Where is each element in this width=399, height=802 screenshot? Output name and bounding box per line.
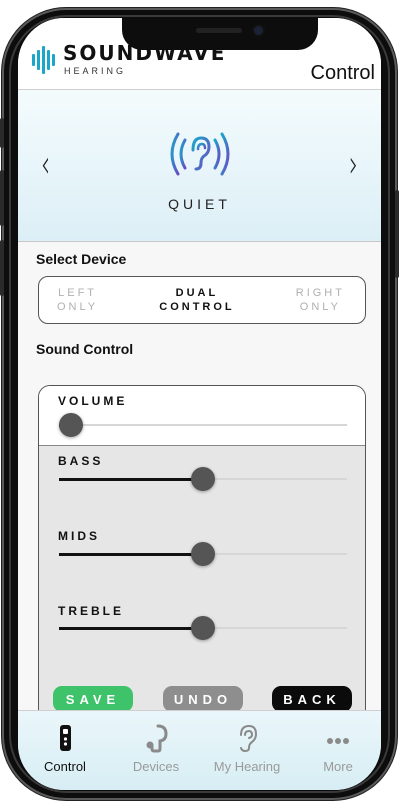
remote-control-icon bbox=[60, 725, 71, 751]
device-option-line: ONLY bbox=[57, 301, 99, 313]
tab-devices[interactable]: Devices bbox=[111, 723, 201, 774]
volume-slider-thumb[interactable] bbox=[59, 413, 83, 437]
treble-slider-thumb[interactable] bbox=[191, 616, 215, 640]
control-content: Select Device LEFT ONLY DUAL CONTROL RIG… bbox=[18, 242, 381, 721]
device-option-left-only[interactable]: LEFT ONLY bbox=[57, 286, 98, 314]
sound-control-card: VOLUME BASS MIDS TREBLE SAVE UNDO BACK bbox=[38, 385, 366, 721]
bass-label: BASS bbox=[58, 454, 104, 468]
tab-label: My Hearing bbox=[213, 759, 281, 774]
mids-slider-thumb[interactable] bbox=[191, 542, 215, 566]
device-option-line: ONLY bbox=[299, 301, 341, 313]
mode-selector: ‹ QUIET › bbox=[18, 90, 381, 242]
volume-label: VOLUME bbox=[58, 394, 128, 408]
tab-my-hearing[interactable]: My Hearing bbox=[202, 723, 292, 774]
slider-fill bbox=[59, 477, 203, 481]
mids-label: MIDS bbox=[58, 529, 100, 543]
tab-label: Control bbox=[44, 759, 86, 774]
ear-icon bbox=[240, 724, 258, 753]
page-title: Control bbox=[310, 62, 375, 84]
volume-slider[interactable] bbox=[59, 413, 347, 437]
device-option-line: LEFT bbox=[58, 287, 98, 299]
device-selector: LEFT ONLY DUAL CONTROL RIGHT ONLY bbox=[38, 276, 366, 324]
volume-section: VOLUME bbox=[39, 386, 365, 446]
app-screen: SOUNDWAVE HEARING Control ‹ QUIET › Sele… bbox=[18, 18, 381, 790]
save-button[interactable]: SAVE bbox=[53, 686, 133, 712]
volume-down-button bbox=[0, 240, 4, 296]
undo-button[interactable]: UNDO bbox=[163, 686, 243, 712]
tab-label: Devices bbox=[132, 759, 180, 774]
brand-subtitle: HEARING bbox=[64, 66, 127, 76]
back-button[interactable]: BACK bbox=[272, 686, 352, 712]
slider-fill bbox=[59, 552, 203, 556]
power-button bbox=[395, 190, 399, 278]
silent-switch bbox=[0, 118, 4, 148]
tab-more[interactable]: More bbox=[293, 723, 381, 774]
bottom-tab-bar: Control Devices My Hearing More bbox=[18, 710, 381, 790]
earpiece-speaker bbox=[196, 28, 242, 33]
device-option-line: CONTROL bbox=[159, 301, 235, 313]
bass-slider-thumb[interactable] bbox=[191, 467, 215, 491]
ear-sound-mode-icon bbox=[170, 132, 230, 176]
front-camera bbox=[254, 26, 263, 35]
bass-slider[interactable] bbox=[59, 467, 347, 491]
device-option-dual-control[interactable]: DUAL CONTROL bbox=[159, 286, 234, 314]
device-option-line: RIGHT bbox=[295, 287, 345, 299]
next-mode-arrow-icon[interactable]: › bbox=[349, 142, 358, 186]
notch bbox=[122, 18, 318, 50]
mids-slider[interactable] bbox=[59, 542, 347, 566]
more-dots-icon bbox=[327, 738, 349, 744]
volume-up-button bbox=[0, 170, 4, 226]
sound-bars-logo-icon bbox=[32, 42, 58, 74]
tab-control[interactable]: Control bbox=[20, 723, 110, 774]
hearing-aid-icon bbox=[146, 724, 168, 753]
device-option-line: DUAL bbox=[175, 287, 219, 299]
tab-label: More bbox=[323, 759, 353, 774]
sound-control-heading: Sound Control bbox=[36, 341, 134, 357]
previous-mode-arrow-icon[interactable]: ‹ bbox=[41, 142, 50, 186]
mode-name: QUIET bbox=[168, 196, 231, 212]
device-option-right-only[interactable]: RIGHT ONLY bbox=[296, 286, 345, 314]
slider-fill bbox=[59, 626, 203, 630]
treble-label: TREBLE bbox=[58, 604, 124, 618]
select-device-heading: Select Device bbox=[36, 251, 127, 267]
treble-slider[interactable] bbox=[59, 616, 347, 640]
